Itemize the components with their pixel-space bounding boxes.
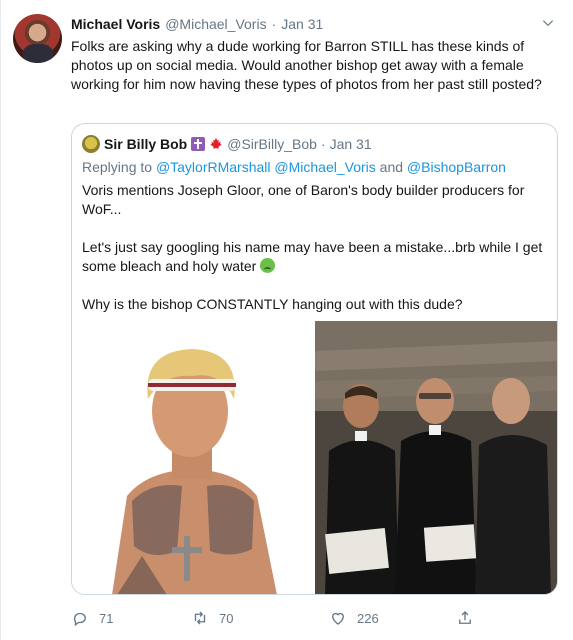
retweet-button[interactable]: 70 [191,606,233,630]
retweet-icon [194,611,206,625]
tweet-card[interactable]: Michael Voris @Michael_Voris · Jan 31 Fo… [0,0,573,640]
quoted-tweet-date: Jan 31 [329,136,372,152]
photo-illustration [315,321,557,594]
tweet-text: Folks are asking why a dude working for … [71,38,542,92]
share-button[interactable] [456,606,474,630]
like-button[interactable]: 226 [329,606,379,630]
mention-link[interactable]: @TaylorRMarshall [156,159,271,175]
quoted-author-avatar [82,135,100,153]
separator-dot: · [320,136,326,152]
replying-to-line: Replying to @TaylorRMarshall @Michael_Vo… [82,158,506,176]
quoted-author-handle: @SirBilly_Bob [227,136,317,152]
like-icon [332,612,344,625]
retweet-count: 70 [219,610,234,626]
separator-dot: · [271,16,277,32]
quoted-tweet-text: Voris mentions Joseph Gloor, one of Baro… [82,181,550,333]
reply-icon [73,612,86,627]
quoted-tweet-header: Sir Billy Bob @SirBilly_Bob · Jan 31 [82,134,372,154]
quoted-paragraph: Why is the bishop CONSTANTLY hanging out… [82,296,463,312]
author-avatar[interactable] [13,14,62,63]
like-count: 226 [357,610,379,626]
tweet-date[interactable]: Jan 31 [281,16,323,32]
mention-link[interactable]: @Michael_Voris [274,159,375,175]
quoted-author-name: Sir Billy Bob [104,136,188,152]
quoted-paragraph-text: Let's just say googling his name may hav… [82,239,543,274]
author-name[interactable]: Michael Voris [71,16,160,32]
tweet-header: Michael Voris @Michael_Voris · Jan 31 [71,14,323,34]
quoted-paragraph: Let's just say googling his name may hav… [82,238,550,276]
reply-count: 71 [99,610,114,626]
media-photo-three-men[interactable] [315,321,557,594]
maple-leaf-icon [210,137,223,151]
share-icon [459,611,471,624]
nauseated-face-emoji-icon [260,258,276,273]
quoted-paragraph: Voris mentions Joseph Gloor, one of Baro… [82,182,525,217]
author-handle[interactable]: @Michael_Voris [165,16,266,32]
tweet-actions: 71 70 226 [71,606,491,630]
quoted-tweet[interactable]: Sir Billy Bob @SirBilly_Bob · Jan 31 Rep… [71,123,558,595]
mention-link[interactable]: @BishopBarron [407,159,506,175]
cross-emoji-icon [191,137,206,151]
photo-illustration [72,321,313,594]
reply-button[interactable]: 71 [71,606,113,630]
replying-to-label: Replying to [82,159,153,175]
media-photo-shirtless-man[interactable] [72,321,313,594]
media-grid [72,321,557,594]
mentions-joiner: and [379,159,404,175]
chevron-down-icon[interactable] [541,16,555,30]
